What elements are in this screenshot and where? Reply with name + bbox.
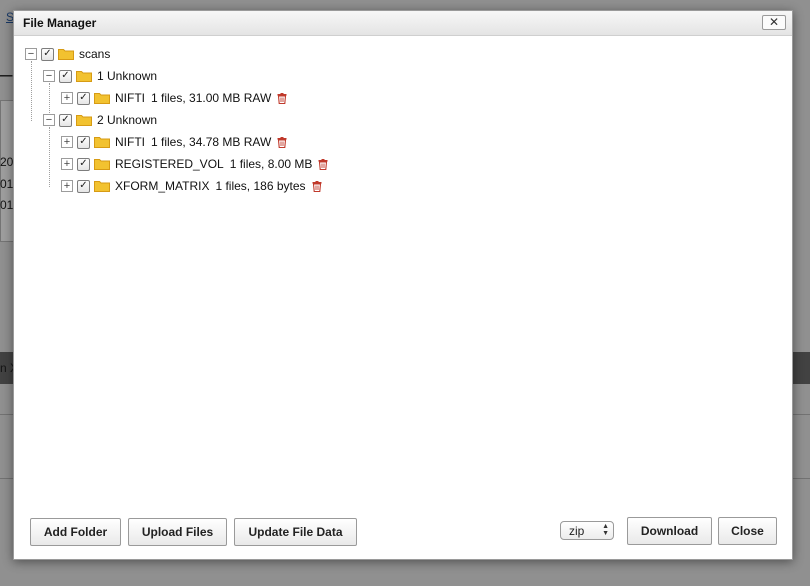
archive-format-value: zip: [569, 523, 585, 538]
folder-icon: [94, 159, 110, 170]
collapse-toggle-icon[interactable]: −: [43, 70, 55, 82]
node-label: REGISTERED_VOL: [115, 157, 224, 171]
collapse-toggle-icon[interactable]: −: [25, 48, 37, 60]
node-file-info: 1 files, 186 bytes: [215, 179, 306, 193]
node-label: 1 Unknown: [97, 69, 158, 83]
tree-node-nifti[interactable]: + ✓ NIFTI 1 files, 31.00 MB RAW: [61, 89, 287, 107]
add-folder-button[interactable]: Add Folder: [30, 518, 121, 546]
tree-node-registered-vol[interactable]: + ✓ REGISTERED_VOL 1 files, 8.00 MB: [61, 155, 328, 173]
tree-connector: [49, 127, 50, 187]
node-file-info: 1 files, 8.00 MB: [229, 157, 313, 171]
upload-files-button[interactable]: Upload Files: [128, 518, 227, 546]
folder-icon: [58, 49, 74, 60]
folder-icon: [76, 115, 92, 126]
dialog-close-x-button[interactable]: ✕: [762, 15, 786, 30]
file-manager-dialog: File Manager ✕ − ✓ scans − ✓ 1 Unknown +…: [13, 10, 793, 560]
node-label: XFORM_MATRIX: [115, 179, 210, 193]
folder-icon: [94, 181, 110, 192]
tree-connector: [31, 61, 32, 121]
node-label: 2 Unknown: [97, 113, 158, 127]
checkbox-registered-vol[interactable]: ✓: [77, 157, 90, 171]
download-button[interactable]: Download: [627, 517, 712, 545]
node-file-info: 1 files, 34.78 MB RAW: [151, 135, 272, 149]
node-label: NIFTI: [115, 135, 145, 149]
dialog-title: File Manager: [23, 16, 97, 30]
close-button[interactable]: Close: [718, 517, 777, 545]
folder-icon: [76, 71, 92, 82]
dialog-header: File Manager ✕: [14, 11, 792, 36]
node-label: NIFTI: [115, 91, 145, 105]
trash-icon[interactable]: [312, 180, 322, 192]
tree-node-1-unknown[interactable]: − ✓ 1 Unknown: [43, 67, 157, 85]
tree-node-xform-matrix[interactable]: + ✓ XFORM_MATRIX 1 files, 186 bytes: [61, 177, 322, 195]
expand-toggle-icon[interactable]: +: [61, 158, 73, 170]
node-label: scans: [79, 47, 111, 61]
expand-toggle-icon[interactable]: +: [61, 136, 73, 148]
collapse-toggle-icon[interactable]: −: [43, 114, 55, 126]
node-file-info: 1 files, 31.00 MB RAW: [151, 91, 272, 105]
expand-toggle-icon[interactable]: +: [61, 180, 73, 192]
folder-icon: [94, 137, 110, 148]
checkbox-nifti[interactable]: ✓: [77, 91, 90, 105]
folder-icon: [94, 93, 110, 104]
trash-icon[interactable]: [318, 158, 328, 170]
tree-node-nifti[interactable]: + ✓ NIFTI 1 files, 34.78 MB RAW: [61, 133, 287, 151]
checkbox-2-unknown[interactable]: ✓: [59, 113, 72, 127]
select-arrows-icon: ▲ ▼: [602, 523, 609, 537]
tree-node-2-unknown[interactable]: − ✓ 2 Unknown: [43, 111, 157, 129]
checkbox-xform-matrix[interactable]: ✓: [77, 179, 90, 193]
checkbox-scans[interactable]: ✓: [41, 47, 54, 61]
checkbox-nifti[interactable]: ✓: [77, 135, 90, 149]
update-file-data-button[interactable]: Update File Data: [234, 518, 357, 546]
expand-toggle-icon[interactable]: +: [61, 92, 73, 104]
archive-format-select[interactable]: zip ▲ ▼: [560, 521, 614, 540]
trash-icon[interactable]: [277, 136, 287, 148]
checkbox-1-unknown[interactable]: ✓: [59, 69, 72, 83]
tree-node-scans[interactable]: − ✓ scans: [25, 45, 110, 63]
trash-icon[interactable]: [277, 92, 287, 104]
